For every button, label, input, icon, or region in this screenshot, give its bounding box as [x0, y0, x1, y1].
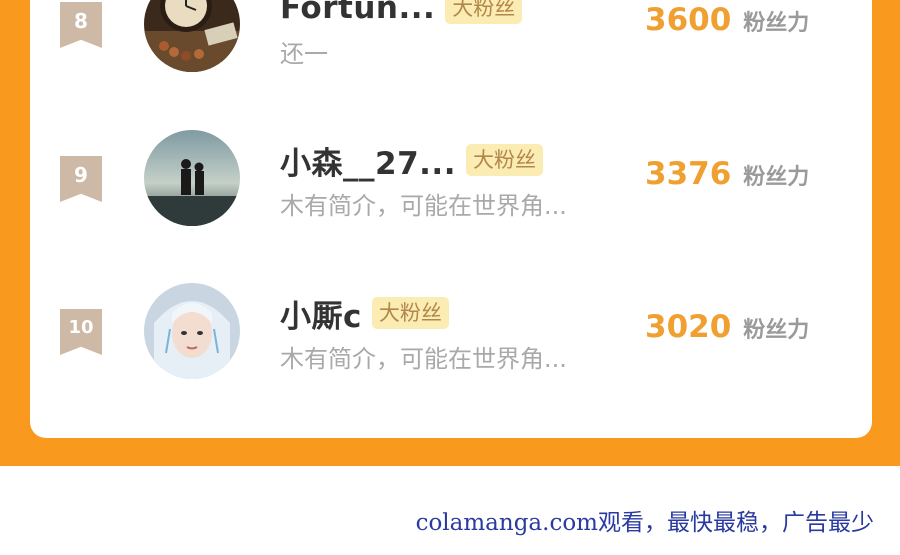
name-line: 小厮c 大粉丝 — [280, 291, 449, 335]
user-name[interactable]: 小森__27... — [280, 138, 456, 183]
fan-level-badge: 大粉丝 — [371, 297, 449, 329]
couple-silhouette-photo-icon — [144, 130, 240, 226]
leaderboard-row[interactable]: 9 小森__27... 大粉丝 木有简介，可能在世界角... 3376 粉丝力 — [30, 130, 872, 230]
name-line: Fortun... 大粉丝 — [280, 0, 523, 30]
site-watermark: colamanga.com观看，最快最稳，广告最少 — [415, 510, 874, 536]
fan-power-value: 3020 — [645, 309, 732, 345]
fan-leaderboard-card: 8 Fortun... 大粉丝 还一 3600 粉丝力 9 小森__27... … — [30, 0, 872, 438]
rank-ribbon: 8 — [60, 2, 102, 48]
fan-level-badge: 大粉丝 — [465, 144, 543, 176]
user-description: 木有简介，可能在世界角... — [280, 192, 567, 220]
rank-ribbon: 10 — [60, 309, 102, 355]
user-description: 木有简介，可能在世界角... — [280, 345, 567, 373]
leaderboard-row[interactable]: 10 小厮c 大粉丝 木有简介，可能在世界角... 3020 粉丝力 — [30, 283, 872, 383]
user-description: 还一 — [280, 40, 328, 68]
fan-power-value: 3600 — [645, 2, 732, 38]
fan-power-unit: 粉丝力 — [743, 318, 810, 343]
avatar[interactable] — [144, 0, 240, 72]
fan-power: 3376 粉丝力 — [645, 156, 841, 192]
user-name[interactable]: 小厮c — [280, 291, 362, 336]
rank-ribbon: 9 — [60, 156, 102, 202]
leaderboard-row[interactable]: 8 Fortun... 大粉丝 还一 3600 粉丝力 — [30, 0, 872, 80]
avatar[interactable] — [144, 130, 240, 226]
clock-photo-icon — [144, 0, 240, 72]
avatar[interactable] — [144, 283, 240, 379]
fan-power-unit: 粉丝力 — [743, 165, 810, 190]
fan-power: 3020 粉丝力 — [645, 309, 841, 345]
fan-power-unit: 粉丝力 — [743, 11, 810, 36]
fan-level-badge: 大粉丝 — [445, 0, 523, 24]
anime-character-photo-icon — [144, 283, 240, 379]
user-name[interactable]: Fortun... — [280, 0, 435, 26]
fan-power-value: 3376 — [645, 156, 732, 192]
name-line: 小森__27... 大粉丝 — [280, 138, 543, 182]
fan-power: 3600 粉丝力 — [645, 2, 841, 38]
